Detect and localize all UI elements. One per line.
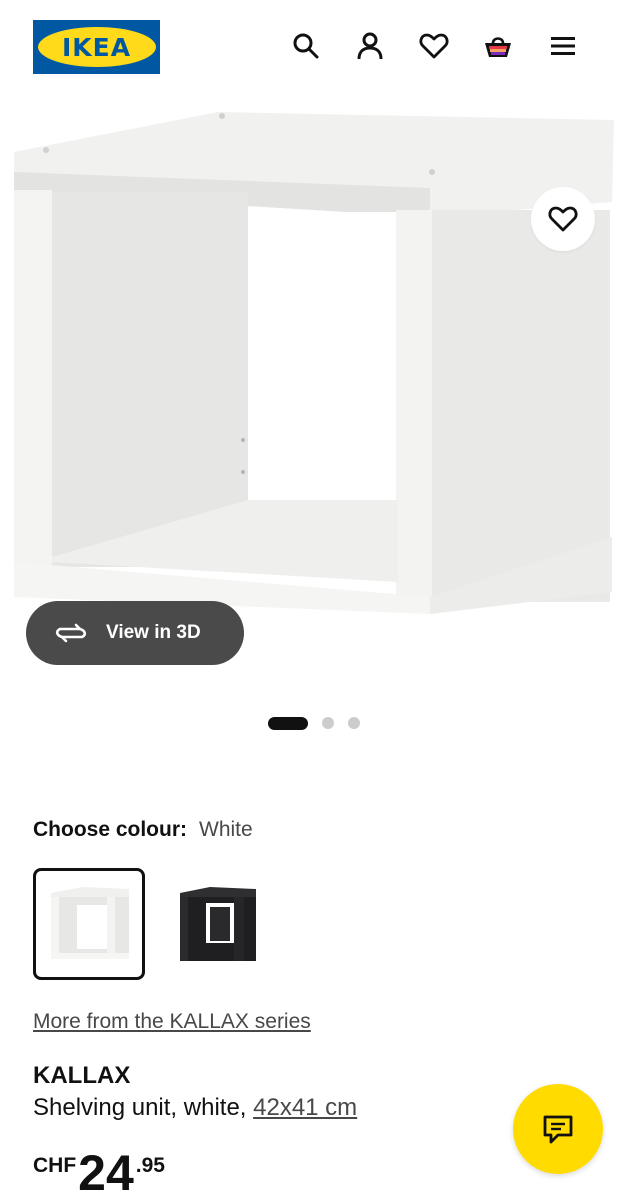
carousel-dot[interactable] xyxy=(348,717,360,729)
white-kallax-thumbnail xyxy=(51,887,129,959)
heart-icon xyxy=(548,206,578,232)
carousel-dot-active[interactable] xyxy=(268,716,308,730)
carousel-dots xyxy=(268,716,360,730)
colour-selector-heading: Choose colour: White xyxy=(33,818,253,842)
price-decimal: .95 xyxy=(135,1154,165,1177)
account-icon[interactable] xyxy=(352,28,388,64)
logo-oval: IKEA xyxy=(37,27,156,67)
header: IKEA xyxy=(0,0,628,92)
product-page: IKEA View in 3D Choose colour: White Mor… xyxy=(0,0,628,1200)
search-icon[interactable] xyxy=(288,28,324,64)
black-brown-kallax-thumbnail xyxy=(180,887,256,961)
price-integer: 24 xyxy=(78,1145,134,1200)
product-size-link[interactable]: 42x41 cm xyxy=(253,1094,357,1121)
ikea-logo[interactable]: IKEA xyxy=(33,20,160,74)
chat-button[interactable] xyxy=(513,1084,603,1174)
product-name: KALLAX xyxy=(33,1062,131,1089)
rotate-3d-icon xyxy=(55,623,87,643)
series-link[interactable]: More from the KALLAX series xyxy=(33,1010,311,1034)
product-price: CHF 24 .95 xyxy=(33,1148,165,1198)
favourites-icon[interactable] xyxy=(416,28,452,64)
product-description: Shelving unit, white, 42x41 cm xyxy=(33,1094,357,1122)
basket-icon[interactable] xyxy=(480,28,516,64)
price-currency: CHF xyxy=(33,1154,77,1177)
colour-option-black-brown[interactable] xyxy=(158,868,270,980)
carousel-dot[interactable] xyxy=(322,717,334,729)
selected-colour: White xyxy=(199,818,253,841)
logo-text: IKEA xyxy=(61,32,132,62)
product-description-text: Shelving unit, white, xyxy=(33,1094,254,1121)
view-in-3d-button[interactable]: View in 3D xyxy=(26,601,244,665)
view-in-3d-label: View in 3D xyxy=(106,622,201,643)
chat-icon xyxy=(543,1115,573,1144)
save-to-favourites-button[interactable] xyxy=(531,187,595,251)
colour-option-white[interactable] xyxy=(33,868,145,980)
menu-icon[interactable] xyxy=(545,28,581,64)
colour-label: Choose colour: xyxy=(33,818,188,841)
